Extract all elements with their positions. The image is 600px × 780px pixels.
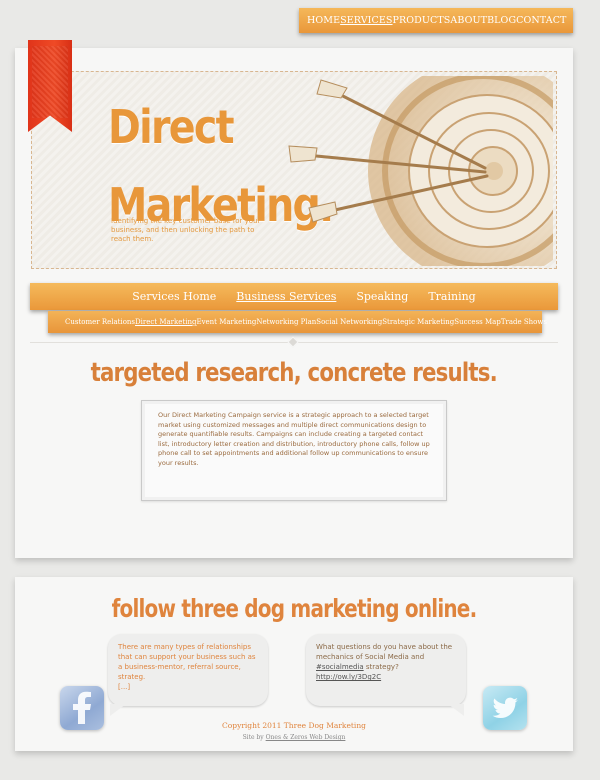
twitter-post-text: What questions do you have about the mec… [316,643,453,661]
page-headline-text: targeted research, concrete results. [90,358,498,388]
footer-headline-text: follow three dog marketing online. [111,594,478,623]
subnav-direct-marketing[interactable]: Direct Marketing [135,318,196,326]
facebook-read-more-link[interactable]: [...] [118,683,130,691]
services-nav-speaking[interactable]: Speaking [356,290,408,303]
business-services-subnav: Customer Relations Direct Marketing Even… [48,311,547,333]
copyright-text: Copyright 2011 Three Dog Marketing [222,721,366,730]
top-nav-blog[interactable]: BLOG [487,15,516,26]
hero-title-line1: Direct [108,100,235,154]
facebook-post-bubble[interactable]: There are many types of relationships th… [108,634,268,716]
subnav-trade-shows[interactable]: Trade Shows [501,318,547,326]
twitter-hashtag-link[interactable]: #socialmedia [316,663,364,671]
twitter-short-link[interactable]: http://ow.ly/3Dg2C [316,673,381,681]
top-nav: HOME SERVICES PRODUCTS ABOUT BLOG CONTAC… [299,8,573,33]
top-nav-products[interactable]: PRODUCTS [393,15,451,26]
services-nav-business[interactable]: Business Services [236,290,336,303]
twitter-post-text-mid: strategy? [365,663,399,671]
page-headline: targeted research, concrete results. [15,358,573,388]
facebook-post-text: There are many types of relationships th… [118,643,256,681]
footer-headline: follow three dog marketing online. [15,594,573,623]
site-credit: Site by Ones & Zeros Web Design [15,734,573,741]
site-credit-link[interactable]: Ones & Zeros Web Design [266,734,346,741]
twitter-post-bubble[interactable]: What questions do you have about the mec… [306,634,466,716]
subnav-event-marketing[interactable]: Event Marketing [196,318,256,326]
service-description: Our Direct Marketing Campaign service is… [141,400,447,501]
target-arrows-icon [288,76,553,266]
hero-subtitle: Identifying the key customer base for yo… [111,217,261,243]
top-nav-about[interactable]: ABOUT [450,15,487,26]
site-credit-prefix: Site by [242,734,264,741]
subnav-networking-plan[interactable]: Networking Plan [256,318,316,326]
subnav-social-networking[interactable]: Social Networking [316,318,382,326]
services-nav-training[interactable]: Training [428,290,475,303]
top-nav-home[interactable]: HOME [307,15,340,26]
top-nav-services[interactable]: SERVICES [340,15,392,26]
services-nav-home[interactable]: Services Home [132,290,216,303]
subnav-success-map[interactable]: Success Map [454,318,501,326]
top-nav-contact[interactable]: CONTACT [516,15,566,26]
services-nav: Services Home Business Services Speaking… [30,283,558,310]
subnav-customer-relations[interactable]: Customer Relations [65,318,135,326]
subnav-strategic-marketing[interactable]: Strategic Marketing [382,318,454,326]
